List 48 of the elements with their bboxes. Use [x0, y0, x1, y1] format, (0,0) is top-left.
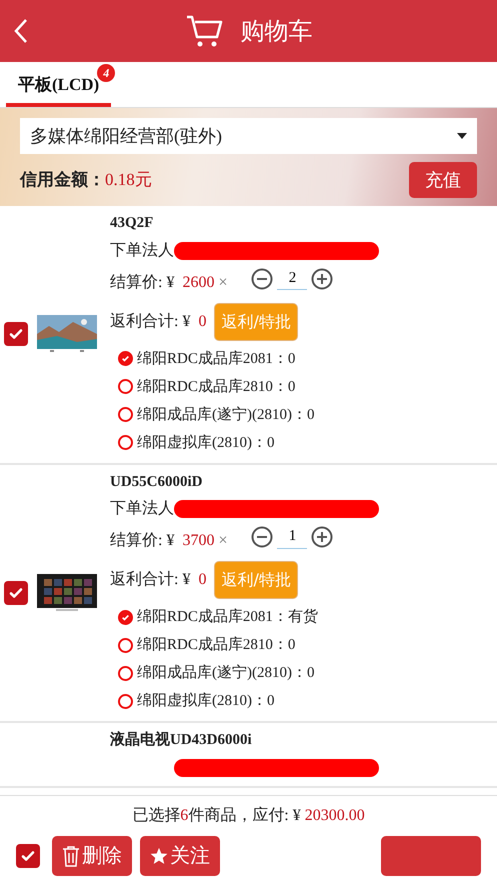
recharge-button[interactable]: 充值 — [409, 162, 477, 198]
rebate-value: 0 — [198, 570, 206, 590]
star-icon — [150, 847, 168, 865]
warehouse-option[interactable]: 绵阳RDC成品库2081：0 — [118, 344, 497, 372]
check-icon — [121, 354, 130, 363]
minus-button[interactable] — [251, 526, 274, 548]
select-all-checkbox[interactable] — [16, 844, 40, 868]
warehouse-option[interactable]: 绵阳虚拟库(2810)：0 — [118, 428, 497, 456]
warehouse-option[interactable]: 绵阳成品库(遂宁)(2810)：0 — [118, 400, 497, 428]
times-sign: × — [218, 531, 228, 551]
page-title: 购物车 — [240, 16, 312, 47]
price-value: 3700 — [182, 531, 214, 551]
product-name: 43Q2F — [110, 214, 154, 233]
item-checkbox[interactable] — [4, 322, 28, 346]
rebate-label: 返利合计: ¥ — [110, 570, 190, 590]
credit-label: 信用金额： — [20, 170, 105, 190]
cart-icon — [184, 14, 224, 48]
price-value: 2600 — [182, 272, 214, 292]
caret-icon — [457, 133, 467, 139]
quantity-field[interactable]: 2 — [277, 266, 308, 290]
price-label: 结算价: ¥ — [110, 272, 174, 292]
check-icon — [20, 848, 36, 864]
plus-button[interactable] — [311, 268, 334, 290]
rebate-value: 0 — [198, 312, 206, 332]
count-badge: 4 — [97, 64, 116, 82]
warehouse-option[interactable]: 绵阳成品库(遂宁)(2810)：0 — [118, 659, 497, 687]
item-checkbox[interactable] — [4, 580, 28, 605]
warehouse-option[interactable]: 绵阳RDC成品库2810：0 — [118, 631, 497, 659]
rebate-label: 返利合计: ¥ — [110, 312, 190, 332]
trash-icon — [62, 845, 80, 867]
product-name: 液晶电视UD43D6000i — [110, 730, 253, 750]
warehouse-option[interactable]: 绵阳RDC成品库2081：有货 — [118, 603, 497, 631]
product-name: UD55C6000iD — [110, 472, 204, 492]
quantity-field[interactable]: 1 — [277, 525, 308, 549]
plus-button[interactable] — [311, 526, 334, 548]
delete-button[interactable]: 删除 — [52, 836, 132, 876]
follow-button[interactable]: 关注 — [140, 836, 220, 876]
selection-summary: 已选择6件商品，应付: ¥ 20300.00 — [131, 806, 366, 826]
warehouse-option[interactable]: 绵阳虚拟库(2810)：0 — [118, 687, 497, 715]
minus-button[interactable] — [251, 268, 274, 290]
credit-amount: 0.18元 — [105, 170, 152, 189]
check-icon — [121, 612, 130, 622]
legal-person-label: 下单法人 — [110, 242, 174, 258]
store-select[interactable]: 多媒体绵阳经营部(驻外) — [20, 118, 477, 154]
warehouse-option[interactable]: 绵阳RDC成品库2810：0 — [118, 372, 497, 400]
legal-person-label: 下单法人 — [110, 500, 174, 517]
price-label: 结算价: ¥ — [110, 530, 174, 551]
times-sign: × — [218, 272, 228, 292]
